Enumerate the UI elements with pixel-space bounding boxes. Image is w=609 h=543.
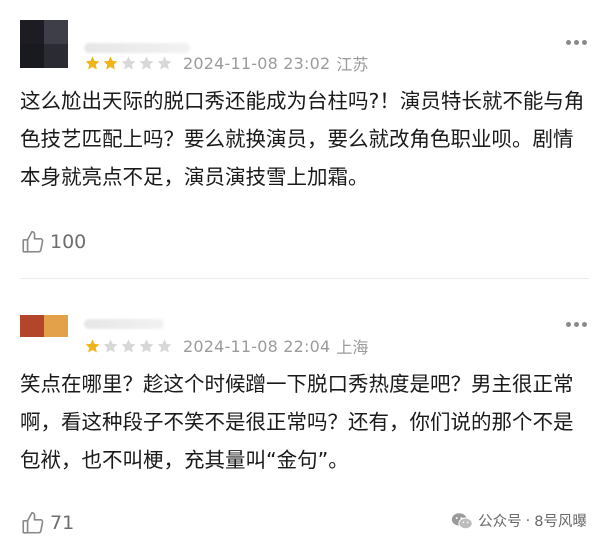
avatar-tile	[44, 44, 68, 68]
review-meta: 2024-11-08 23:02 江苏	[84, 51, 368, 75]
review-location: 江苏	[336, 55, 369, 74]
watermark: 公众号 · 8号风曝	[451, 510, 587, 531]
avatar[interactable]	[20, 315, 68, 337]
watermark-separator: ·	[525, 512, 531, 529]
star-empty-icon	[157, 338, 172, 352]
review-location: 上海	[336, 338, 369, 357]
watermark-label: 公众号	[478, 514, 522, 530]
avatar-tile	[20, 20, 44, 44]
avatar-tile	[20, 315, 44, 337]
star-empty-icon	[121, 55, 136, 69]
more-options-button[interactable]	[566, 322, 587, 327]
avatar-tile	[44, 20, 68, 44]
review-datetime: 2024-11-08 23:02	[183, 53, 331, 73]
more-options-button[interactable]	[566, 40, 587, 45]
more-dot-icon	[582, 322, 587, 327]
star-empty-icon	[157, 55, 172, 69]
like-button[interactable]: 71	[20, 510, 74, 536]
star-empty-icon	[103, 338, 118, 352]
thumbs-up-icon	[22, 511, 44, 534]
review-card: 2024-11-08 23:02 江苏 这么尬出天际的脱口秀还能成为台柱吗?！演…	[0, 0, 609, 265]
avatar[interactable]	[20, 20, 68, 68]
star-rating	[84, 55, 173, 72]
thumbs-up-icon	[22, 230, 44, 253]
star-empty-icon	[139, 55, 154, 69]
star-filled-icon	[103, 55, 118, 69]
star-empty-icon	[139, 338, 154, 352]
more-dot-icon	[574, 40, 579, 45]
review-content: 笑点在哪里？趁这个时候蹭一下脱口秀热度是吧？男主很正常啊，看这种段子不笑不是很正…	[20, 372, 574, 472]
star-filled-icon	[85, 338, 100, 352]
review-content: 这么尬出天际的脱口秀还能成为台柱吗?！演员特长就不能与角色技艺匹配上吗？要么就换…	[20, 89, 585, 189]
avatar-tile	[20, 44, 44, 68]
more-dot-icon	[582, 40, 587, 45]
avatar-tile	[44, 315, 68, 337]
wechat-icon	[451, 512, 473, 529]
star-filled-icon	[85, 55, 100, 69]
like-button[interactable]: 100	[20, 229, 86, 255]
star-empty-icon	[121, 338, 136, 352]
watermark-account: 8号风曝	[534, 514, 587, 530]
review-meta: 2024-11-08 22:04 上海	[84, 334, 368, 358]
more-dot-icon	[566, 40, 571, 45]
review-datetime: 2024-11-08 22:04	[183, 336, 331, 356]
star-rating	[84, 338, 173, 355]
more-dot-icon	[574, 322, 579, 327]
like-count: 100	[50, 231, 87, 253]
like-count: 71	[50, 512, 75, 534]
more-dot-icon	[566, 322, 571, 327]
review-card: 2024-11-08 22:04 上海 笑点在哪里？趁这个时候蹭一下脱口秀热度是…	[0, 292, 609, 543]
username-redacted[interactable]	[84, 319, 164, 329]
divider	[20, 278, 589, 279]
